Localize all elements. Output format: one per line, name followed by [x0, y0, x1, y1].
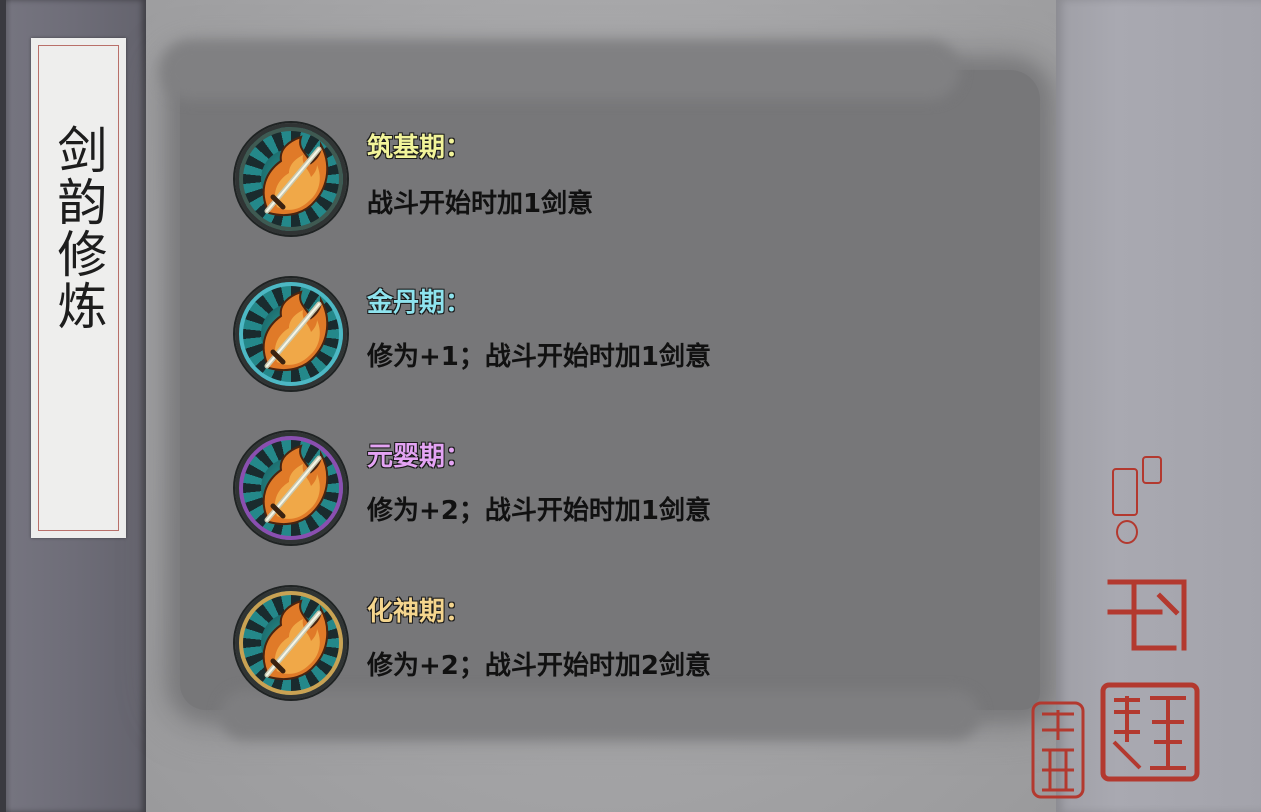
realm-medallion: [235, 432, 347, 544]
realm-medallion: [235, 123, 347, 235]
right-panel: [1031, 0, 1261, 812]
book-spine: 剑韵修炼: [0, 0, 146, 812]
red-seal-stamp-icon: [1112, 468, 1138, 516]
flaming-sword-icon: [262, 135, 329, 217]
realm-row-spirit-severing: 化神期： 修为+2；战斗开始时加2剑意: [235, 587, 935, 699]
realm-description: 修为+1；战斗开始时加1剑意: [367, 342, 711, 372]
red-seal-stamp-icon: [1116, 520, 1138, 544]
realm-description: 修为+2；战斗开始时加1剑意: [367, 496, 711, 526]
realm-row-foundation: 筑基期： 战斗开始时加1剑意: [235, 123, 935, 235]
realm-name: 化神期：: [367, 597, 472, 627]
flaming-sword-icon: [262, 444, 329, 526]
red-seal-stamp-icon: [1142, 456, 1162, 484]
realm-name: 元婴期：: [367, 442, 472, 472]
realm-name: 筑基期：: [367, 133, 472, 163]
realm-medallion: [235, 587, 347, 699]
realm-row-nascent-soul: 元婴期： 修为+2；战斗开始时加1剑意: [235, 432, 935, 544]
realm-description: 战斗开始时加1剑意: [367, 189, 594, 219]
red-seal-stamp-icon: [1031, 701, 1085, 799]
realm-row-golden-core: 金丹期： 修为+1；战斗开始时加1剑意: [235, 278, 935, 390]
page-title: 剑韵修炼: [49, 124, 108, 332]
title-label-strip: 剑韵修炼: [31, 38, 126, 538]
spine-edge: [0, 0, 6, 812]
red-seal-stamp-icon: [1107, 579, 1187, 651]
flaming-sword-icon: [262, 290, 329, 372]
realm-description: 修为+2；战斗开始时加2剑意: [367, 651, 711, 681]
flaming-sword-icon: [262, 599, 329, 681]
realm-name: 金丹期：: [367, 288, 472, 318]
realm-medallion: [235, 278, 347, 390]
red-seal-stamp-icon: [1100, 682, 1200, 782]
